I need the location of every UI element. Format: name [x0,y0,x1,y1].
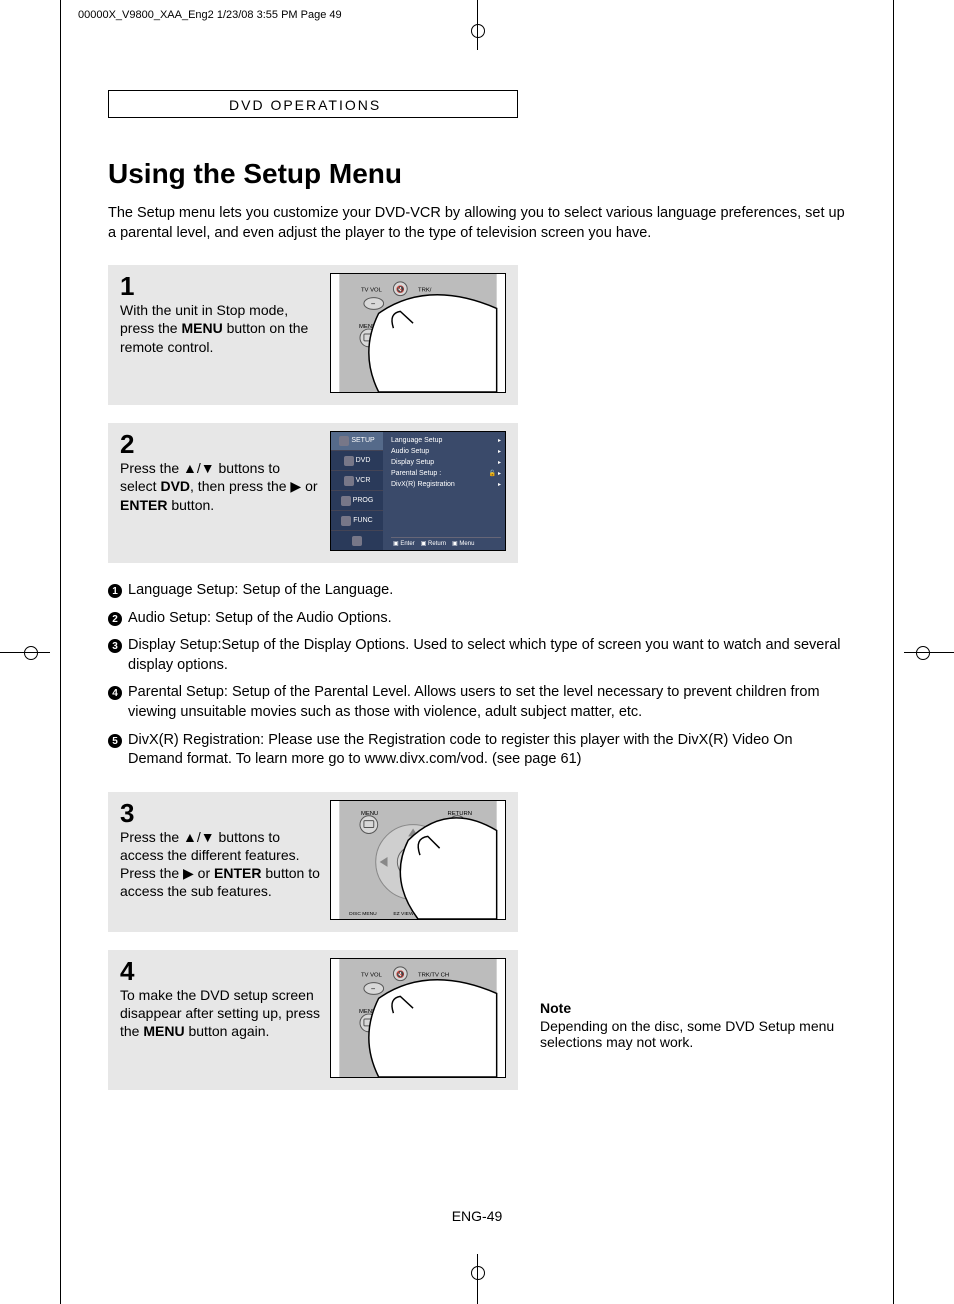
osd-sidebar: SETUP DVD VCR PROG FUNC [331,431,383,551]
page-number: ENG-49 [0,1208,954,1224]
print-header: 00000X_V9800_XAA_Eng2 1/23/08 3:55 PM Pa… [78,9,342,21]
step-body: Press the ▲/▼ buttons to select DVD, the… [120,459,320,514]
osd-tab-blank [331,531,383,551]
note-block: Note Depending on the disc, some DVD Set… [540,1000,840,1050]
osd-item-language: Language Setup▸ [391,437,501,444]
disc-menu-label: DISC MENU [349,911,377,917]
svg-text:−: − [371,300,376,309]
lock-icon: 🔓 ▸ [489,470,501,477]
trk-label: TRK/ [418,288,432,294]
remote-illustration-menu: TV VOL 🔇 TRK/ − MENU [330,273,506,393]
tape-icon [344,476,354,486]
step-3: 3 Press the ▲/▼ buttons to access the di… [108,792,518,932]
note-title: Note [540,1000,840,1016]
intro-paragraph: The Setup menu lets you customize your D… [108,204,848,243]
func-icon [341,516,351,526]
osd-menu: Language Setup▸ Audio Setup▸ Display Set… [383,431,505,551]
trk-label: TRK/TV CH [418,972,449,978]
setup-items-list: 1Language Setup: Setup of the Language. … [108,581,848,770]
mute-icon: 🔇 [396,969,405,978]
gear-icon [352,536,362,546]
remote-illustration-menu-2: TV VOL 🔇 TRK/TV CH − AUDIO MENU [330,958,506,1078]
ez-view-label: EZ VIEW [393,911,414,917]
osd-item-divx: DivX(R) Registration▸ [391,481,501,488]
note-body: Depending on the disc, some DVD Setup me… [540,1018,834,1050]
list-item: 3Display Setup:Setup of the Display Opti… [108,636,848,675]
osd-item-display: Display Setup▸ [391,459,501,466]
osd-tab-setup: SETUP [331,431,383,451]
tv-vol-label: TV VOL [361,288,383,294]
hand-icon [369,295,497,392]
osd-item-parental: Parental Setup :🔓 ▸ [391,470,501,477]
page-title: Using the Setup Menu [108,158,848,190]
tv-vol-label: TV VOL [361,972,383,978]
step-2: 2 Press the ▲/▼ buttons to select DVD, t… [108,423,518,563]
remote-illustration-enter: MENU RETURN ↺ ENTER ▣ DISC MENU EZ VIEW … [330,800,506,920]
step-body: Press the ▲/▼ buttons to access the diff… [120,828,320,901]
section-label-box: DVD OPERATIONS [108,90,518,118]
mute-icon: 🔇 [396,285,405,294]
hand-icon [369,979,497,1076]
step-number: 2 [120,431,320,457]
step-body: To make the DVD setup screen disappear a… [120,986,320,1041]
gear-icon [339,436,349,446]
step-number: 4 [120,958,320,984]
step-4: 4 To make the DVD setup screen disappear… [108,950,518,1090]
step-number: 3 [120,800,320,826]
chevron-right-icon: ▸ [498,481,501,488]
section-label: DVD OPERATIONS [229,97,381,113]
osd-tab-vcr: VCR [331,471,383,491]
clock-icon [341,496,351,506]
svg-text:−: − [371,984,376,993]
osd-tab-func: FUNC [331,511,383,531]
list-item: 2Audio Setup: Setup of the Audio Options… [108,609,848,629]
step-body: With the unit in Stop mode, press the ME… [120,301,320,356]
list-item: 1Language Setup: Setup of the Language. [108,581,848,601]
chevron-right-icon: ▸ [498,448,501,455]
list-item: 5DivX(R) Registration: Please use the Re… [108,731,848,770]
step-number: 1 [120,273,320,299]
osd-tab-dvd: DVD [331,451,383,471]
osd-screenshot: SETUP DVD VCR PROG FUNC Language Setup▸ … [330,431,506,551]
osd-tab-prog: PROG [331,491,383,511]
osd-footer: ▣ Enter ▣ Return ▣ Menu [391,537,501,549]
osd-item-audio: Audio Setup▸ [391,448,501,455]
chevron-right-icon: ▸ [498,459,501,466]
chevron-right-icon: ▸ [498,437,501,444]
step-1: 1 With the unit in Stop mode, press the … [108,265,518,405]
disc-icon [344,456,354,466]
list-item: 4Parental Setup: Setup of the Parental L… [108,683,848,722]
